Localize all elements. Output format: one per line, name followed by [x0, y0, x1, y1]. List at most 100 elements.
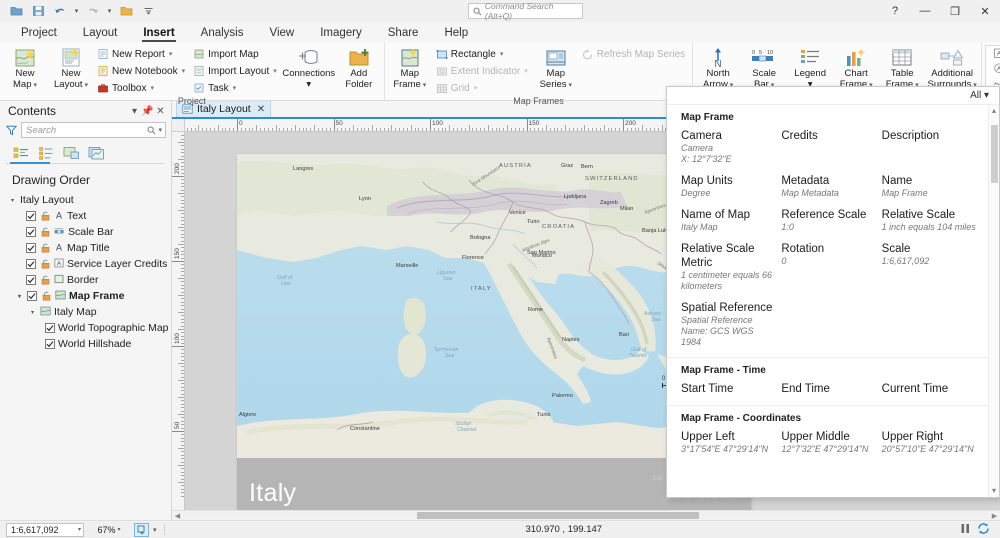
- import-layout-caret[interactable]: ▾: [273, 67, 277, 75]
- lock-icon[interactable]: [39, 275, 51, 285]
- chart-frame-button[interactable]: Chart Frame ▾: [834, 44, 878, 91]
- ribbon-tab-insert[interactable]: Insert: [130, 25, 187, 42]
- customize-qat-icon[interactable]: [138, 2, 158, 20]
- help-button[interactable]: ?: [880, 0, 910, 22]
- task-button[interactable]: Task ▾: [191, 80, 281, 96]
- tree-item-world-topographic-map[interactable]: World Topographic Map: [4, 320, 171, 336]
- dt-item-camera[interactable]: Camera Camera X: 12°7'32"E: [681, 129, 781, 165]
- ribbon-tab-layout[interactable]: Layout: [70, 25, 131, 42]
- ribbon-tab-project[interactable]: Project: [8, 25, 70, 42]
- redo-icon[interactable]: [83, 2, 103, 20]
- text-graphics-gallery[interactable]: A A A A A a ▴ ▾: [985, 45, 1000, 92]
- tree-item-italy-layout[interactable]: ▾ Italy Layout: [4, 192, 171, 208]
- tree-item-world-hillshade[interactable]: World Hillshade: [4, 336, 171, 352]
- tree-item-text[interactable]: A Text: [4, 208, 171, 224]
- lock-icon[interactable]: [39, 227, 51, 237]
- search-dropdown-caret[interactable]: ▾: [158, 126, 163, 134]
- ribbon-tab-imagery[interactable]: Imagery: [307, 25, 375, 42]
- ribbon-tab-help[interactable]: Help: [431, 25, 481, 42]
- checkbox[interactable]: [26, 275, 36, 285]
- new-layout-button[interactable]: New Layout ▾: [49, 44, 93, 91]
- connections-caret[interactable]: ▾: [306, 80, 311, 90]
- scale-dropdown-caret[interactable]: ▾: [78, 526, 81, 533]
- close-icon[interactable]: ✕: [154, 106, 167, 117]
- checkbox[interactable]: [26, 243, 36, 253]
- map-series-caret[interactable]: ▾: [567, 82, 572, 89]
- expander-icon[interactable]: ▾: [8, 197, 17, 204]
- import-layout-button[interactable]: Import Layout ▾: [191, 63, 281, 79]
- list-by-editing-icon[interactable]: [85, 143, 107, 163]
- redo-dropdown-caret[interactable]: ▾: [105, 7, 114, 15]
- checkbox[interactable]: [45, 323, 55, 333]
- import-map-button[interactable]: Import Map: [191, 46, 281, 62]
- command-search-box[interactable]: Command Search (Alt+Q): [468, 1, 583, 21]
- list-by-snapping-icon[interactable]: [60, 143, 82, 163]
- minimize-button[interactable]: —: [910, 0, 940, 22]
- scroll-up-icon[interactable]: ▴: [992, 105, 996, 117]
- dt-item-end-time[interactable]: End Time: [781, 382, 881, 396]
- tree-item-scale-bar[interactable]: Scale Bar: [4, 224, 171, 240]
- new-notebook-caret[interactable]: ▾: [182, 67, 186, 75]
- toolbox-caret[interactable]: ▾: [150, 84, 154, 92]
- tree-item-service-layer-credits[interactable]: A Service Layer Credits: [4, 256, 171, 272]
- checkbox[interactable]: [26, 227, 36, 237]
- map-series-button[interactable]: Map Series ▾: [534, 44, 578, 91]
- new-map-button[interactable]: New Map ▾: [3, 44, 47, 91]
- tree-item-map-title[interactable]: A Map Title: [4, 240, 171, 256]
- scroll-left-icon[interactable]: ◀: [172, 512, 183, 520]
- map-title-text[interactable]: Italy: [249, 479, 296, 508]
- scroll-thumb[interactable]: [416, 512, 699, 519]
- chevron-down-icon[interactable]: ▾: [128, 106, 141, 117]
- rectangle-button[interactable]: Rectangle ▾: [434, 46, 532, 62]
- checkbox[interactable]: [26, 211, 36, 221]
- snap-toggle-button[interactable]: [134, 522, 149, 537]
- scroll-track[interactable]: [183, 512, 989, 519]
- new-notebook-button[interactable]: New Notebook ▾: [95, 63, 189, 79]
- pause-drawing-icon[interactable]: [960, 523, 971, 537]
- checkbox[interactable]: [27, 291, 37, 301]
- text-circle-icon[interactable]: A: [993, 63, 1000, 77]
- horizontal-scrollbar[interactable]: ◀ ▶: [172, 510, 1000, 520]
- dt-item-map-units[interactable]: Map Units Degree: [681, 174, 781, 199]
- dt-item-current-time[interactable]: Current Time: [882, 382, 982, 396]
- lock-icon[interactable]: [39, 243, 51, 253]
- open-recent-icon[interactable]: [116, 2, 136, 20]
- new-report-caret[interactable]: ▾: [169, 50, 173, 58]
- scale-bar-button[interactable]: 0510 Scale Bar ▾: [742, 44, 786, 91]
- new-report-button[interactable]: New Report ▾: [95, 46, 189, 62]
- dt-item-name-of-map[interactable]: Name of Map Italy Map: [681, 208, 781, 233]
- search-input[interactable]: Search ▾: [21, 122, 166, 138]
- legend-button[interactable]: Legend ▾: [788, 44, 832, 90]
- task-caret[interactable]: ▾: [233, 84, 237, 92]
- rectangle-caret[interactable]: ▾: [500, 50, 504, 58]
- tree-item-map-frame[interactable]: ▾ Map Frame: [4, 288, 171, 304]
- scroll-down-icon[interactable]: ▾: [992, 485, 996, 497]
- additional-surrounds-button[interactable]: Additional Surrounds ▾: [926, 44, 978, 91]
- dt-item-description[interactable]: Description: [882, 129, 982, 165]
- list-by-drawing-order-icon[interactable]: [10, 143, 32, 163]
- ribbon-tab-share[interactable]: Share: [375, 25, 432, 42]
- dt-item-upper-left[interactable]: Upper Left 3°17'54"E 47°29'14"N: [681, 430, 781, 455]
- tree-item-border[interactable]: Border: [4, 272, 171, 288]
- dt-item-upper-middle[interactable]: Upper Middle 12°7'32"E 47°29'14"N: [781, 430, 881, 455]
- lock-icon[interactable]: [39, 211, 51, 221]
- dynamic-text-scroll-thumb[interactable]: [991, 125, 998, 183]
- map-frame-button[interactable]: Map Frame ▾: [388, 44, 432, 91]
- dt-item-credits[interactable]: Credits: [781, 129, 881, 165]
- pin-icon[interactable]: 📌: [141, 106, 154, 117]
- tree-item-italy-map[interactable]: ▾ Italy Map: [4, 304, 171, 320]
- dt-item-rotation[interactable]: Rotation 0: [781, 242, 881, 292]
- ribbon-tab-analysis[interactable]: Analysis: [188, 25, 257, 42]
- dt-item-spatial-reference[interactable]: Spatial Reference Spatial Reference Name:…: [681, 301, 781, 348]
- north-arrow-button[interactable]: N North Arrow ▾: [696, 44, 740, 91]
- dt-item-reference-scale[interactable]: Reference Scale 1:0: [781, 208, 881, 233]
- refresh-icon[interactable]: [977, 522, 990, 538]
- undo-dropdown-caret[interactable]: ▾: [72, 7, 81, 15]
- vertical-ruler[interactable]: 050100150200: [172, 132, 185, 510]
- toolbox-button[interactable]: Toolbox ▾: [95, 80, 189, 96]
- undo-icon[interactable]: [50, 2, 70, 20]
- dt-item-relative-scale[interactable]: Relative Scale 1 inch equals 104 miles: [882, 208, 982, 233]
- table-frame-button[interactable]: Table Frame ▾: [880, 44, 924, 91]
- close-button[interactable]: ✕: [970, 0, 1000, 22]
- lock-icon[interactable]: [40, 291, 52, 301]
